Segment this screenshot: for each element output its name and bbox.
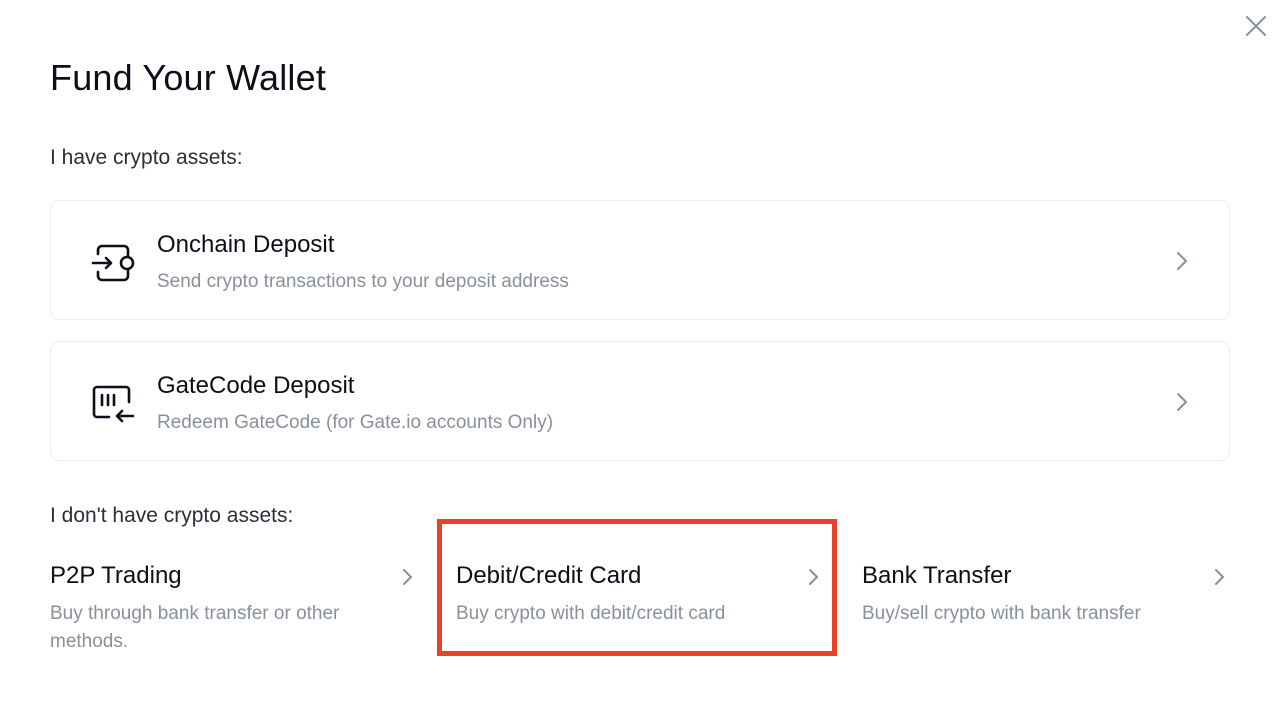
p2p-trading-option[interactable]: P2P Trading Buy through bank transfer or… bbox=[50, 560, 420, 660]
chevron-right-icon bbox=[1177, 393, 1187, 411]
bank-transfer-title: Bank Transfer bbox=[862, 562, 1012, 589]
onchain-deposit-icon bbox=[91, 244, 135, 282]
bank-transfer-subtitle: Buy/sell crypto with bank transfer bbox=[862, 603, 1141, 624]
crypto-section-label: I have crypto assets: bbox=[50, 146, 243, 169]
debit-credit-card-option[interactable]: Debit/Credit Card Buy crypto with debit/… bbox=[456, 560, 826, 660]
gatecode-deposit-card[interactable]: GateCode Deposit Redeem GateCode (for Ga… bbox=[50, 341, 1230, 461]
p2p-trading-subtitle: Buy through bank transfer or other metho… bbox=[50, 603, 340, 652]
onchain-deposit-subtitle: Send crypto transactions to your deposit… bbox=[157, 271, 569, 292]
chevron-right-icon bbox=[809, 569, 818, 585]
gatecode-deposit-subtitle: Redeem GateCode (for Gate.io accounts On… bbox=[157, 412, 554, 433]
chevron-right-icon bbox=[1177, 252, 1187, 270]
debit-credit-card-subtitle: Buy crypto with debit/credit card bbox=[456, 603, 726, 624]
p2p-trading-title: P2P Trading bbox=[50, 562, 182, 589]
onchain-deposit-card[interactable]: Onchain Deposit Send crypto transactions… bbox=[50, 200, 1230, 320]
chevron-right-icon bbox=[1215, 569, 1224, 585]
gatecode-deposit-title: GateCode Deposit bbox=[157, 372, 355, 399]
modal-title: Fund Your Wallet bbox=[50, 57, 327, 98]
debit-credit-card-title: Debit/Credit Card bbox=[456, 562, 642, 589]
fund-wallet-modal: Fund Your Wallet I have crypto assets: O… bbox=[0, 0, 1280, 715]
gatecode-deposit-icon bbox=[92, 385, 135, 423]
onchain-deposit-title: Onchain Deposit bbox=[157, 231, 335, 258]
close-icon[interactable] bbox=[1244, 14, 1268, 38]
chevron-right-icon bbox=[403, 569, 412, 585]
close-button[interactable] bbox=[1242, 12, 1270, 40]
bank-transfer-option[interactable]: Bank Transfer Buy/sell crypto with bank … bbox=[862, 560, 1232, 660]
no-crypto-section-label: I don't have crypto assets: bbox=[50, 504, 294, 527]
